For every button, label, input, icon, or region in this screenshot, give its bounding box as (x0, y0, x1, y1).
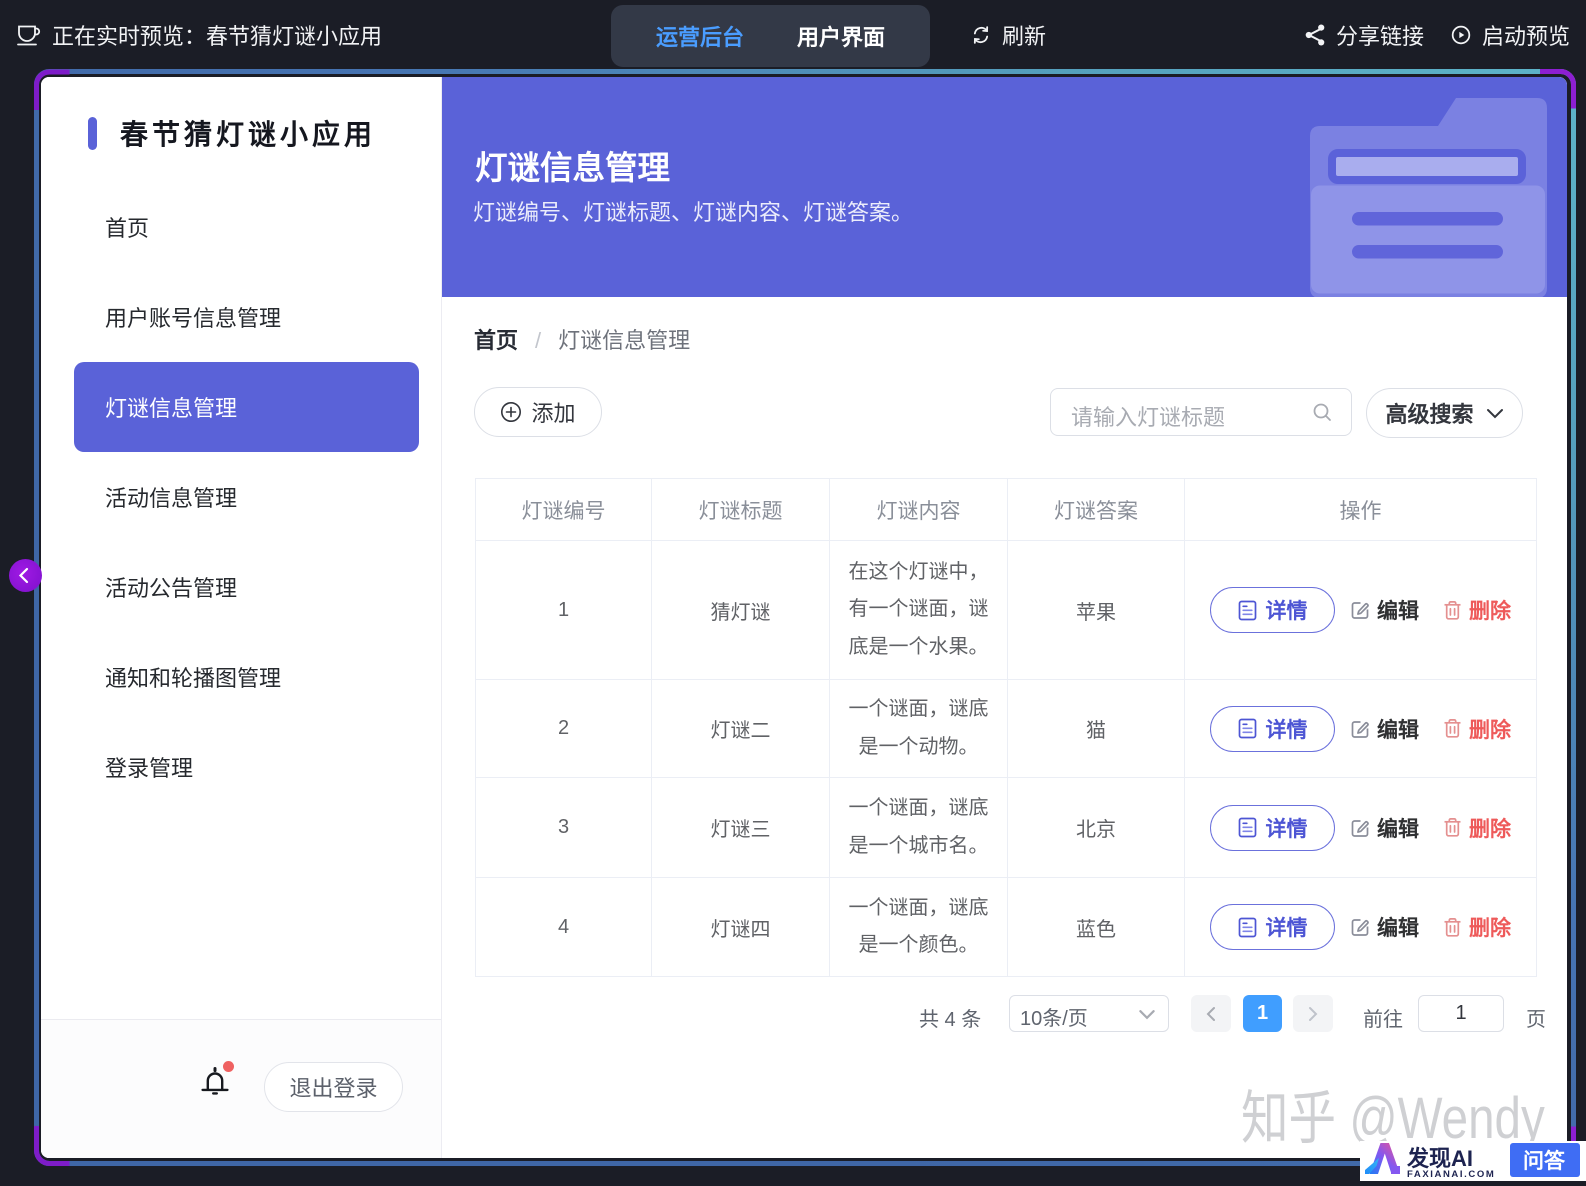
svg-text:发现AI: 发现AI (1406, 1146, 1473, 1171)
svg-text:FAXIANAI.COM: FAXIANAI.COM (1407, 1169, 1495, 1180)
svg-text:问答: 问答 (1523, 1149, 1566, 1173)
